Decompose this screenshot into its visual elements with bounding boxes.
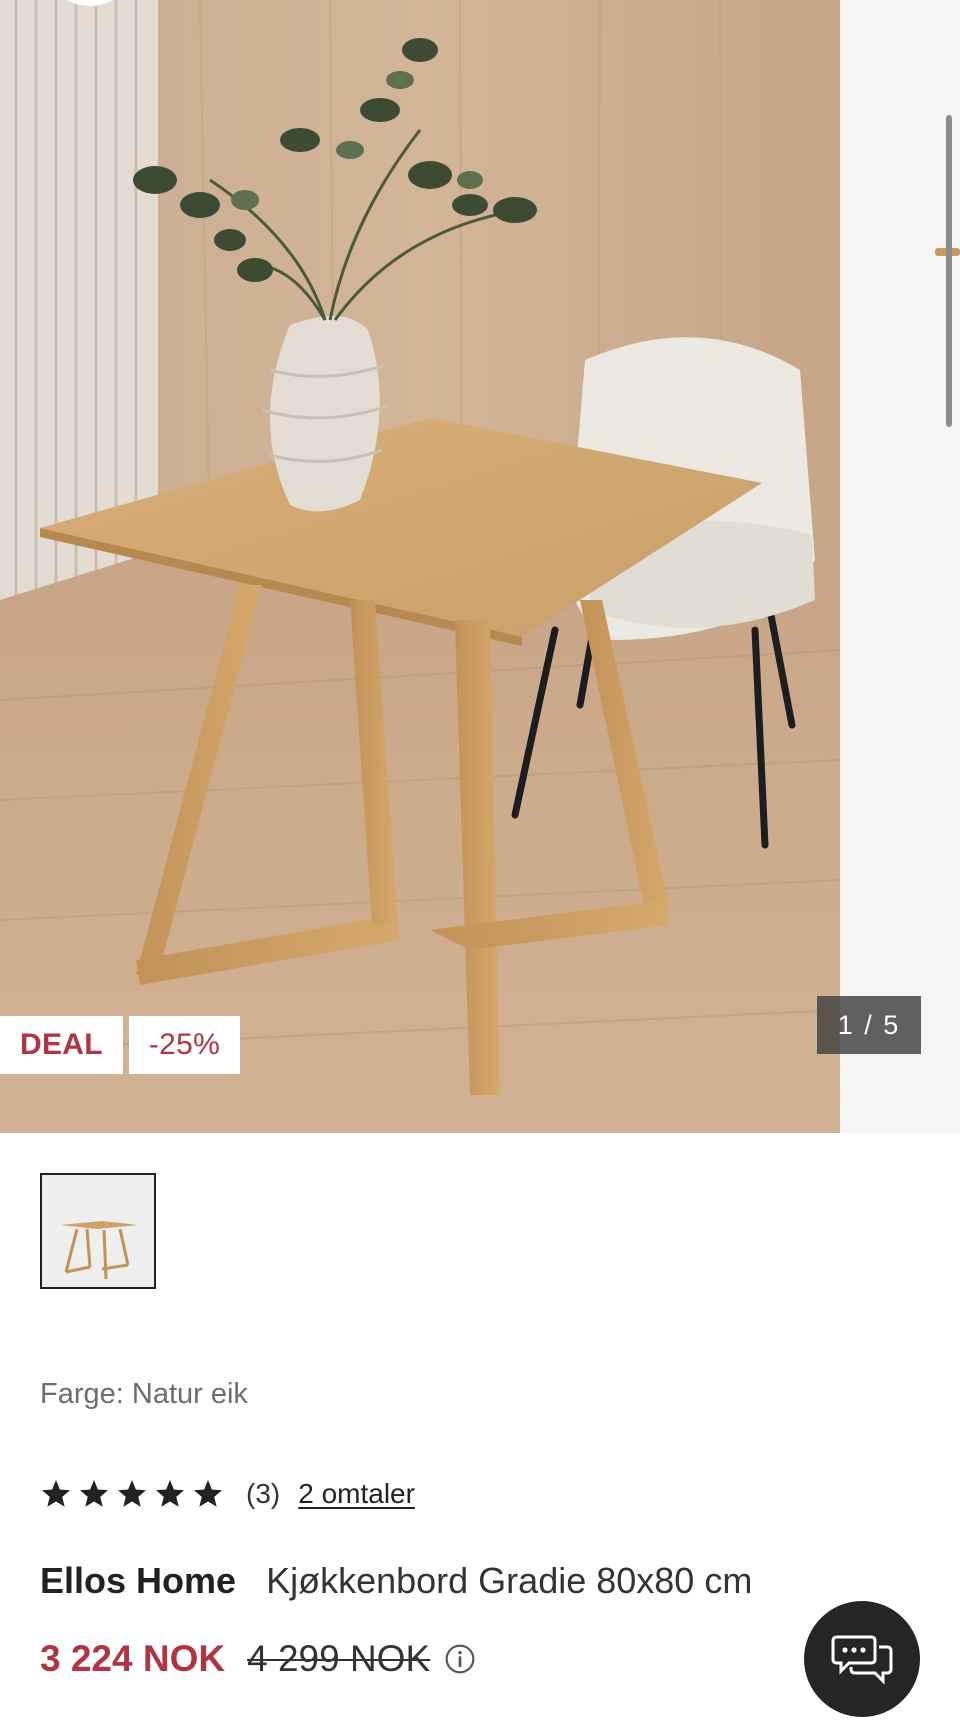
next-image-peek[interactable] [840, 0, 960, 1133]
star-icon [118, 1480, 146, 1507]
product-badges: DEAL -25% [0, 1016, 241, 1074]
rating-stars [40, 1478, 224, 1510]
chat-icon [831, 1635, 893, 1685]
deal-badge: DEAL [0, 1016, 123, 1074]
current-price: 3 224 NOK [40, 1638, 226, 1679]
chat-button[interactable] [804, 1601, 920, 1717]
scrollbar-thumb[interactable] [946, 115, 952, 427]
product-name: Kjøkkenbord Gradie 80x80 cm [266, 1560, 753, 1601]
star-icon [156, 1480, 184, 1507]
info-icon[interactable] [444, 1643, 476, 1675]
color-label: Farge: [40, 1378, 124, 1410]
product-main-image[interactable] [0, 0, 840, 1133]
image-counter: 1 / 5 [817, 996, 921, 1054]
discount-badge: -25% [128, 1016, 241, 1074]
rating-row: (3) 2 omtaler [40, 1478, 415, 1510]
color-variant-thumbnail[interactable] [40, 1173, 156, 1289]
rating-count: (3) [246, 1478, 281, 1509]
star-icon [80, 1480, 108, 1507]
price-row: 3 224 NOK 4 299 NOK [40, 1638, 476, 1680]
color-value: Natur eik [131, 1378, 248, 1410]
color-selection: Farge: Natur eik [40, 1378, 248, 1411]
brand-name[interactable]: Ellos Home [40, 1560, 236, 1601]
reviews-link[interactable]: 2 omtaler [298, 1478, 415, 1510]
product-image-gallery[interactable]: DEAL -25% 1 / 5 [0, 0, 960, 1133]
star-icon [42, 1480, 70, 1507]
original-price: 4 299 NOK [247, 1638, 431, 1679]
product-title: Ellos Home Kjøkkenbord Gradie 80x80 cm [40, 1560, 752, 1602]
star-icon [194, 1480, 222, 1507]
